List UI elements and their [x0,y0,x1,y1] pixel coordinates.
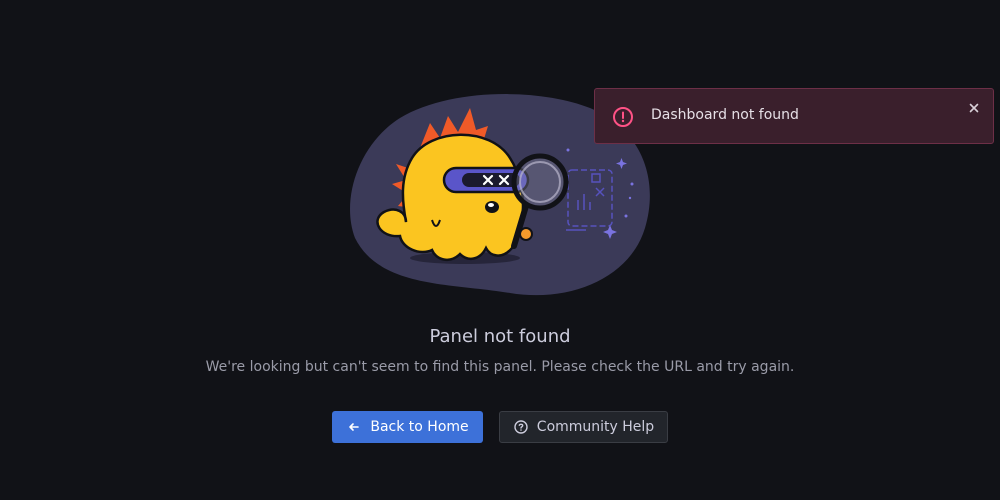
question-circle-icon [513,419,529,435]
back-to-home-label: Back to Home [370,419,469,435]
page-title: Panel not found [429,326,571,347]
close-icon[interactable] [967,100,981,114]
back-to-home-button[interactable]: Back to Home [332,411,483,443]
community-help-button[interactable]: Community Help [499,411,668,443]
exclamation-circle-icon [612,106,634,128]
page-subtitle: We're looking but can't seem to find thi… [205,359,795,375]
toast-message: Dashboard not found [651,107,799,123]
error-toast: Dashboard not found [594,88,994,144]
community-help-label: Community Help [536,419,655,435]
arrow-left-icon [346,419,362,435]
